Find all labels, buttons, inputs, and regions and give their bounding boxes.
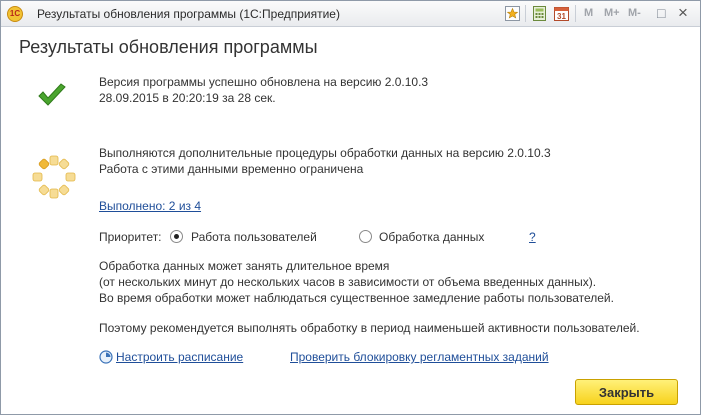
loading-spinner-icon <box>31 154 77 203</box>
calendar-icon[interactable]: 31 <box>553 5 570 22</box>
close-window-icon[interactable]: × <box>678 4 688 22</box>
dialog-window: 1С Результаты обновления программы (1С:П… <box>0 0 701 415</box>
memory-button-m[interactable]: M <box>584 7 593 19</box>
radio-user-work-label[interactable]: Работа пользователей <box>191 230 317 244</box>
note-line: Во время обработки может наблюдаться сущ… <box>99 291 614 305</box>
progress-link[interactable]: Выполнено: 2 из 4 <box>99 199 201 213</box>
window-title: Результаты обновления программы (1С:Пред… <box>37 7 340 21</box>
toolbar-separator <box>575 5 576 22</box>
update-timestamp: 28.09.2015 в 20:20:19 за 28 сек. <box>99 91 276 105</box>
check-lock-link[interactable]: Проверить блокировку регламентных задани… <box>290 350 549 364</box>
schedule-link[interactable]: Настроить расписание <box>116 350 243 364</box>
radio-user-work[interactable] <box>170 230 183 243</box>
page-title: Результаты обновления программы <box>19 37 318 57</box>
title-bar[interactable]: 1С Результаты обновления программы (1С:П… <box>1 1 700 27</box>
memory-button-mminus[interactable]: M- <box>628 7 641 19</box>
radio-data-processing[interactable] <box>359 230 372 243</box>
favorite-icon[interactable] <box>504 5 521 22</box>
calculator-icon[interactable] <box>531 5 548 22</box>
processing-restriction: Работа с этими данными временно ограниче… <box>99 162 364 176</box>
memory-button-mplus[interactable]: M+ <box>604 7 620 19</box>
toolbar-separator <box>525 5 526 22</box>
radio-data-processing-label[interactable]: Обработка данных <box>379 230 484 244</box>
note-line: Поэтому рекомендуется выполнять обработк… <box>99 321 640 335</box>
calendar-day-label: 31 <box>557 12 566 21</box>
note-line: (от нескольких минут до нескольких часов… <box>99 275 597 289</box>
help-link[interactable]: ? <box>529 230 536 244</box>
restore-window-icon[interactable]: □ <box>657 5 665 21</box>
close-button[interactable]: Закрыть <box>575 379 678 405</box>
priority-label: Приоритет: <box>99 230 162 244</box>
success-check-icon <box>37 83 67 112</box>
success-message: Версия программы успешно обновлена на ве… <box>99 75 429 89</box>
clock-icon <box>99 350 113 367</box>
note-line: Обработка данных может занять длительное… <box>99 259 390 273</box>
app-logo-icon: 1С <box>7 6 23 22</box>
processing-message: Выполняются дополнительные процедуры обр… <box>99 146 551 160</box>
